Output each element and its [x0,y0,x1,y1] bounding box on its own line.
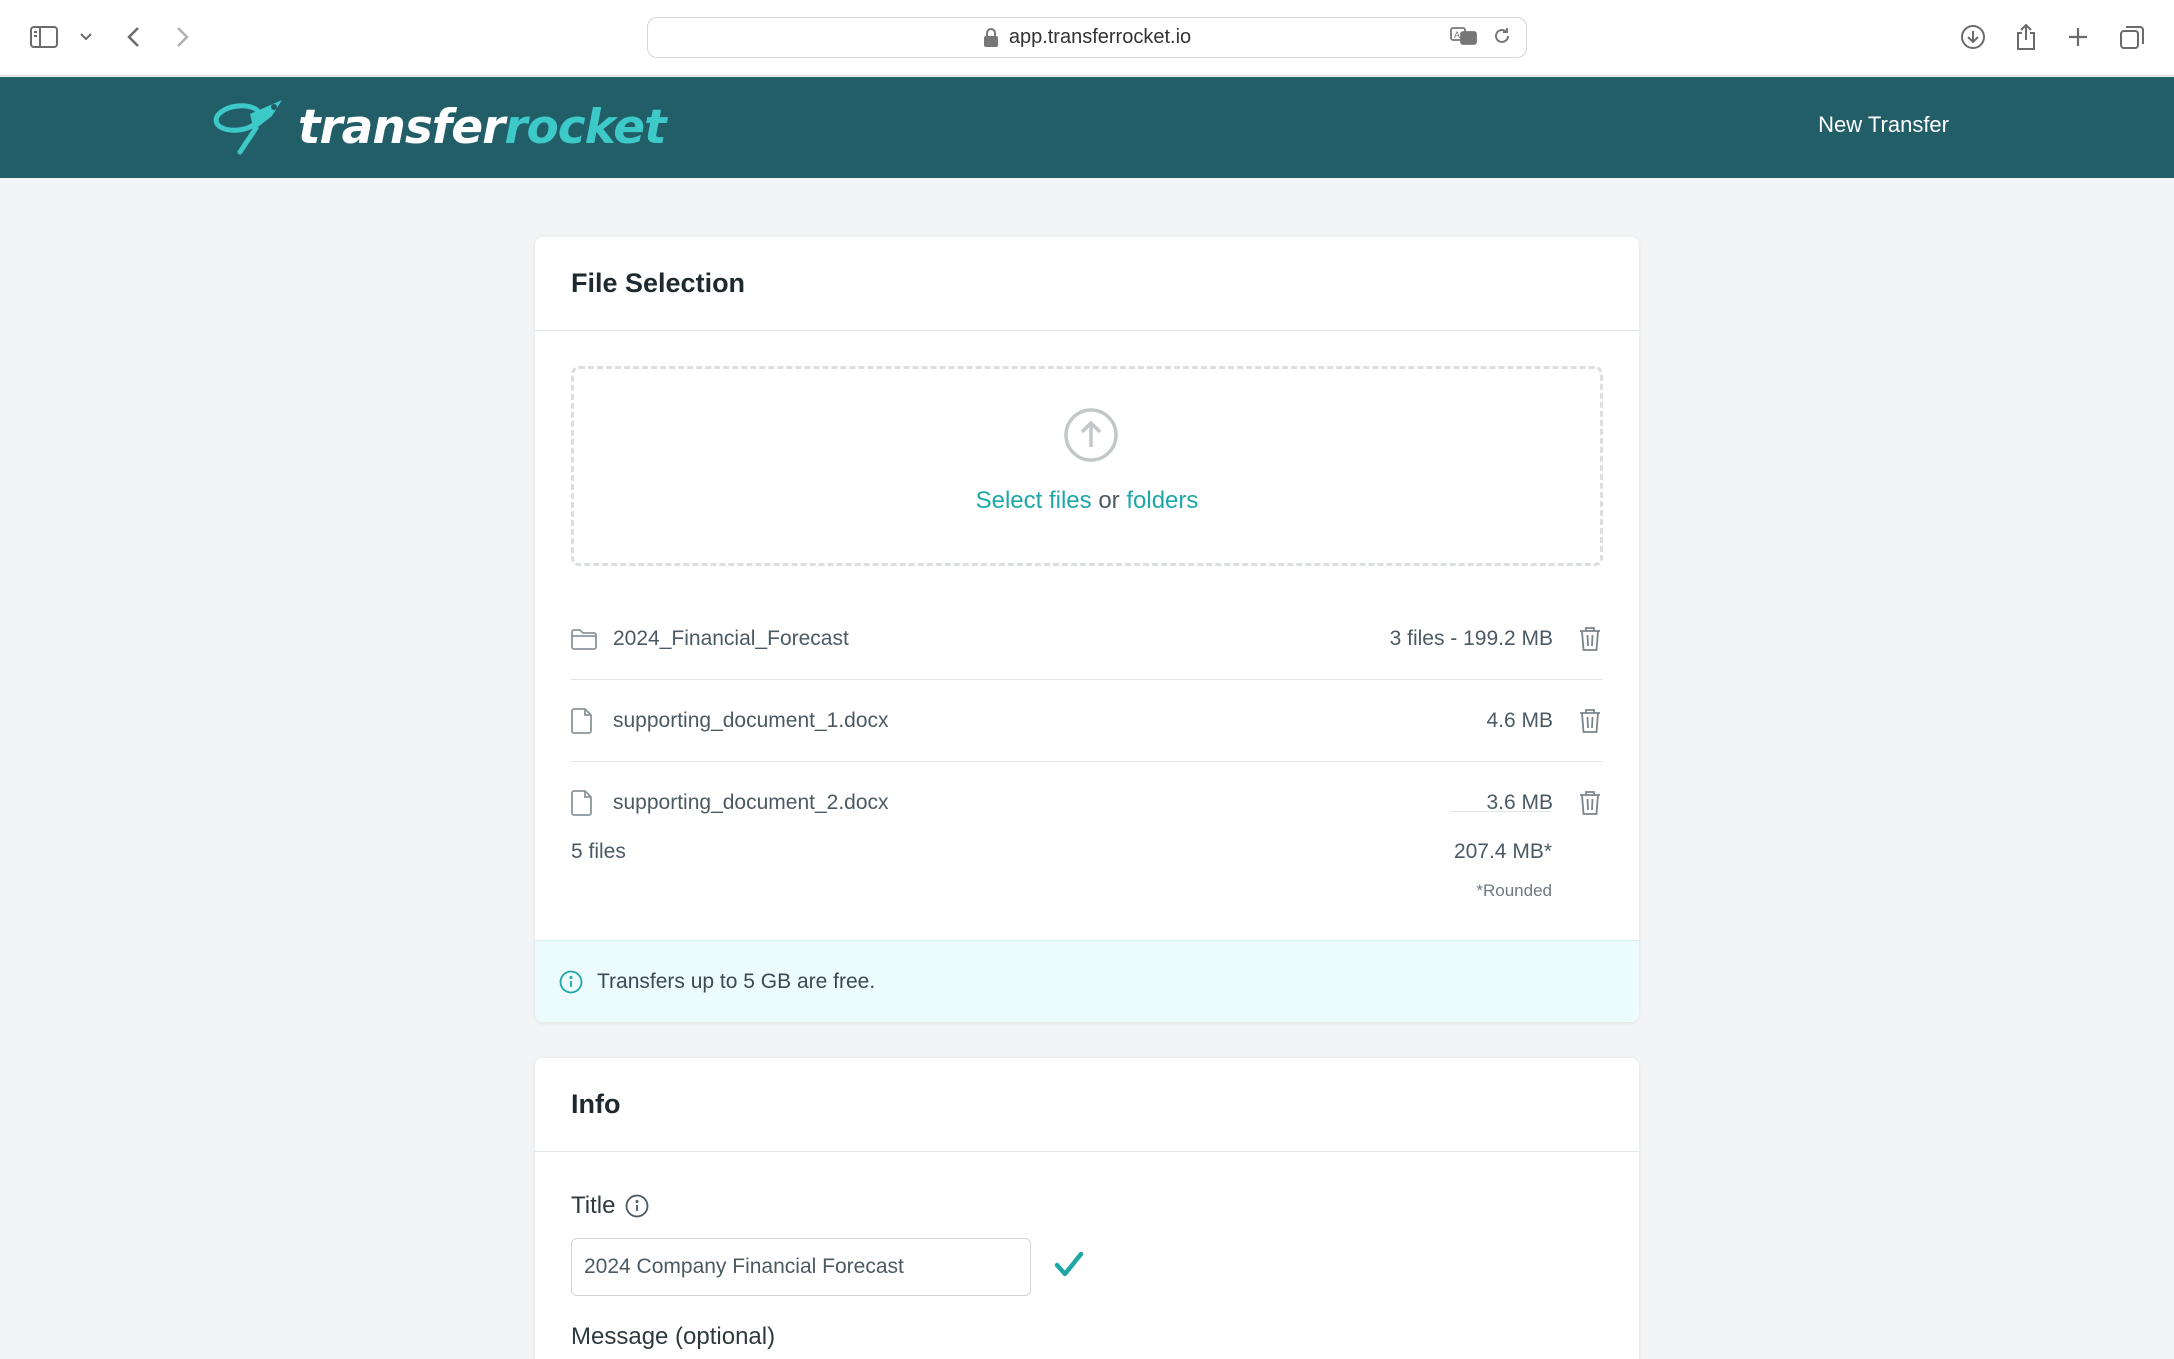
browser-toolbar: app.transferrocket.io A [0,0,2174,76]
new-tab-icon[interactable] [2063,18,2093,56]
lock-icon [983,27,999,48]
sidebar-toggle-icon[interactable] [28,18,60,56]
title-label-text: Title [571,1192,616,1219]
url-text: app.transferrocket.io [1008,26,1192,48]
total-size: 207.4 MB* [1453,840,1552,863]
logo-text-transfer: transfer [298,99,505,155]
file-selection-title: File Selection [535,237,1639,331]
share-icon[interactable] [2011,18,2041,56]
select-folders-link[interactable]: folders [1126,487,1198,514]
trash-icon[interactable] [1577,626,1603,652]
size-divider [1450,811,1552,812]
info-icon [559,970,583,994]
file-name: supporting_document_1.docx [613,708,889,732]
total-file-count: 5 files [571,840,626,863]
info-message: Transfers up to 5 GB are free. [597,969,876,993]
message-label-text: Message (optional) [571,1323,776,1350]
file-size: 4.6 MB [1486,708,1553,732]
message-field-label: Message (optional) [571,1323,775,1351]
tab-overview-icon[interactable] [2116,18,2148,56]
info-card: Info Title Message (optional) [535,1058,1639,1359]
reload-icon[interactable] [1492,26,1512,52]
title-field-label: Title [571,1192,649,1220]
file-list-item: supporting_document_1.docx 4.6 MB [571,680,1603,762]
dropzone-text: Select files or folders [574,487,1600,515]
trash-icon[interactable] [1577,708,1603,734]
trash-icon[interactable] [1577,790,1603,816]
address-bar[interactable]: app.transferrocket.io A [647,17,1527,58]
file-icon [571,707,599,734]
chevron-down-icon[interactable] [76,18,96,56]
file-name: supporting_document_2.docx [613,791,889,814]
download-icon[interactable] [1957,18,1989,56]
transferrocket-logo[interactable]: transferrocket [210,93,667,161]
file-list-item: 2024_Financial_Forecast 3 files - 199.2 … [571,598,1603,680]
new-transfer-link[interactable]: New Transfer [1818,112,1949,138]
file-size: 3 files - 199.2 MB [1389,626,1553,650]
upload-arrow-icon [1063,407,1119,468]
or-text: or [1098,487,1120,514]
title-input[interactable] [571,1238,1031,1296]
info-title: Info [535,1058,1639,1152]
logo-text-rocket: rocket [504,99,666,155]
app-header: transferrocket New Transfer [0,77,2174,178]
file-selection-card: File Selection Select files or folders 2… [535,237,1639,1022]
free-transfer-info-banner: Transfers up to 5 GB are free. [535,940,1639,1022]
translate-icon[interactable]: A [1450,26,1478,52]
file-name: 2024_Financial_Forecast [613,626,849,650]
rounded-note: *Rounded [1476,881,1552,900]
back-icon[interactable] [120,18,146,56]
rocket-logo-icon [210,94,292,161]
checkmark-icon [1054,1250,1084,1285]
select-files-link[interactable]: Select files [976,487,1092,514]
logo-wordmark: transferrocket [298,99,667,155]
info-icon[interactable] [625,1194,649,1218]
folder-icon [571,628,599,650]
forward-icon[interactable] [170,18,196,56]
url-actions: A [1450,26,1512,52]
file-dropzone[interactable]: Select files or folders [571,366,1603,566]
file-list-item: supporting_document_2.docx 3.6 MB [571,762,1603,844]
file-icon [571,790,599,816]
svg-text:A: A [1454,30,1460,40]
